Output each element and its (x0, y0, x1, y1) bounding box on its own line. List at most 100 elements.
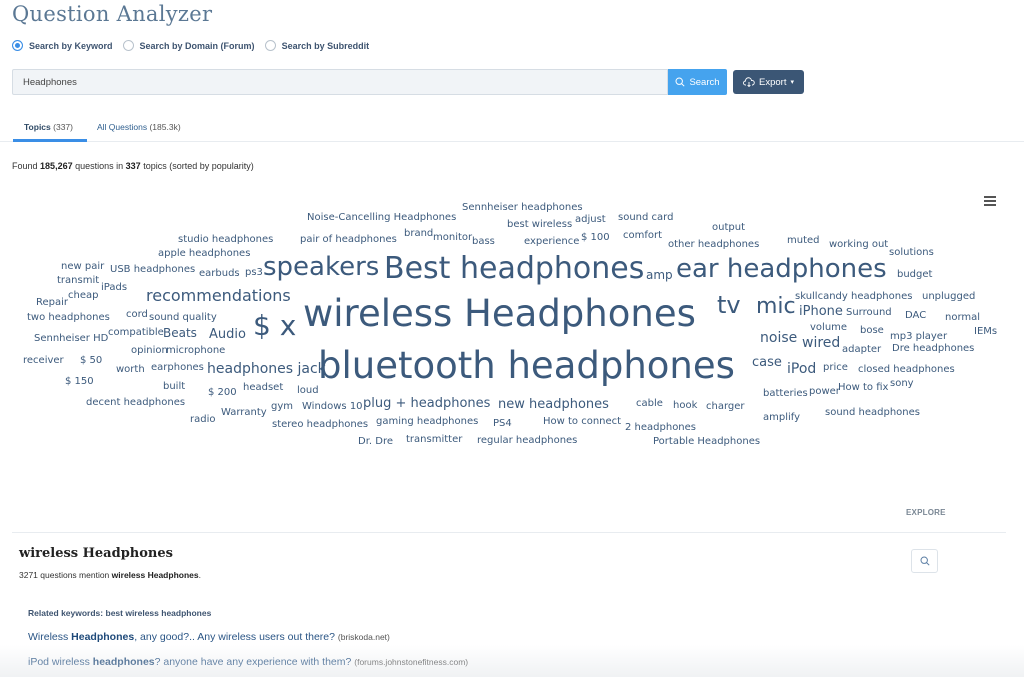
word-cloud-term[interactable]: bose (860, 326, 884, 336)
word-cloud-term[interactable]: How to connect (543, 417, 621, 427)
word-cloud-term[interactable]: sound headphones (825, 408, 920, 418)
word-cloud-term[interactable]: amplify (763, 413, 800, 423)
word-cloud-term[interactable]: iPod (787, 362, 816, 376)
word-cloud-term[interactable]: solutions (889, 248, 934, 258)
word-cloud-term[interactable]: loud (297, 386, 319, 396)
word-cloud-term[interactable]: charger (706, 402, 745, 412)
word-cloud-term[interactable]: case (752, 356, 782, 369)
word-cloud-term[interactable]: output (712, 223, 745, 233)
word-cloud-term[interactable]: compatible (108, 328, 164, 338)
word-cloud-term[interactable]: gym (271, 402, 293, 412)
radio-unselected-icon[interactable] (264, 40, 276, 51)
word-cloud-term[interactable]: stereo headphones (272, 420, 368, 430)
word-cloud-term[interactable]: gaming headphones (376, 417, 478, 427)
word-cloud-term[interactable]: sound card (618, 213, 673, 223)
word-cloud-term[interactable]: worth (116, 365, 145, 375)
explore-link[interactable]: EXPLORE (906, 508, 946, 517)
word-cloud-term[interactable]: new pair (61, 262, 104, 272)
word-cloud-term[interactable]: Windows 10 (302, 402, 363, 412)
word-cloud-term[interactable]: wired (802, 336, 840, 350)
chart-menu-icon[interactable] (984, 196, 996, 208)
question-link[interactable]: Wireless Headphones, any good?.. Any wir… (28, 631, 390, 643)
word-cloud-term[interactable]: recommendations (146, 288, 291, 304)
word-cloud-term[interactable]: skullcandy headphones (795, 292, 912, 302)
word-cloud-term[interactable]: comfort (623, 231, 662, 241)
search-input[interactable] (12, 69, 668, 95)
word-cloud-term[interactable]: bluetooth headphones (318, 347, 735, 384)
word-cloud-term[interactable]: best wireless (507, 220, 572, 230)
word-cloud-term[interactable]: Dre headphones (892, 344, 974, 354)
radio-unselected-icon[interactable] (122, 40, 134, 51)
word-cloud-term[interactable]: Best headphones (384, 254, 644, 284)
word-cloud-term[interactable]: headphones jack (207, 362, 326, 376)
word-cloud-term[interactable]: headset (243, 383, 283, 393)
word-cloud-term[interactable]: Warranty (221, 408, 267, 418)
word-cloud-term[interactable]: 2 headphones (625, 423, 696, 433)
word-cloud-term[interactable]: budget (897, 270, 932, 280)
word-cloud-term[interactable]: wireless Headphones (303, 295, 696, 332)
word-cloud-term[interactable]: Sennheiser headphones (462, 203, 583, 213)
tab-topics[interactable]: Topics (337) (24, 122, 73, 132)
related-value[interactable]: best wireless headphones (106, 608, 212, 618)
word-cloud-term[interactable]: price (823, 363, 848, 373)
word-cloud-term[interactable]: noise (760, 331, 797, 345)
word-cloud-term[interactable]: new headphones (498, 398, 609, 411)
word-cloud-term[interactable]: decent headphones (86, 398, 185, 408)
word-cloud-term[interactable]: volume (810, 323, 847, 333)
word-cloud-term[interactable]: Sennheiser HD (34, 334, 108, 344)
word-cloud-term[interactable]: plug + headphones (363, 397, 490, 410)
word-cloud-term[interactable]: IEMs (974, 327, 997, 337)
word-cloud-term[interactable]: radio (190, 415, 215, 425)
word-cloud-term[interactable]: working out (829, 240, 888, 250)
word-cloud-term[interactable]: DAC (905, 311, 926, 321)
search-button[interactable]: Search (668, 69, 727, 95)
word-cloud-term[interactable]: Portable Headphones (653, 437, 760, 447)
radio-selected-icon[interactable] (12, 40, 23, 51)
word-cloud-term[interactable]: built (163, 382, 185, 392)
word-cloud-term[interactable]: opinion (131, 346, 168, 356)
word-cloud-term[interactable]: transmit (57, 276, 99, 286)
word-cloud-term[interactable]: Audio (209, 328, 246, 341)
word-cloud-term[interactable]: sound quality (149, 313, 217, 323)
word-cloud-term[interactable]: closed headphones (858, 365, 955, 375)
word-cloud-term[interactable]: experience (524, 237, 579, 247)
word-cloud-term[interactable]: cheap (68, 291, 98, 301)
word-cloud-term[interactable]: $ 150 (65, 377, 94, 387)
word-cloud-term[interactable]: speakers (263, 254, 379, 280)
export-button[interactable]: Export ▾ (733, 70, 804, 94)
word-cloud-term[interactable]: power (809, 387, 840, 397)
word-cloud-term[interactable]: earphones (151, 363, 204, 373)
word-cloud-term[interactable]: Dr. Dre (358, 437, 393, 447)
word-cloud-term[interactable]: normal (945, 313, 980, 323)
word-cloud-term[interactable]: iPhone (799, 305, 843, 318)
word-cloud-term[interactable]: mic (756, 296, 796, 318)
word-cloud-term[interactable]: other headphones (668, 240, 759, 250)
word-cloud-term[interactable]: ps3 (245, 268, 263, 278)
word-cloud-term[interactable]: ear headphones (676, 256, 887, 282)
word-cloud-term[interactable]: Noise-Cancelling Headphones (307, 213, 456, 223)
word-cloud-term[interactable]: tv (717, 293, 741, 317)
word-cloud-term[interactable]: receiver (23, 356, 64, 366)
topic-search-button[interactable] (911, 549, 938, 573)
word-cloud-term[interactable]: amp (646, 269, 673, 281)
word-cloud-term[interactable]: cord (126, 310, 148, 320)
question-link[interactable]: iPod wireless headphones? anyone have an… (28, 656, 468, 668)
word-cloud-term[interactable]: How to fix (838, 383, 888, 393)
word-cloud-term[interactable]: batteries (763, 389, 808, 399)
word-cloud-term[interactable]: sony (890, 379, 914, 389)
word-cloud-term[interactable]: regular headphones (477, 436, 577, 446)
word-cloud-term[interactable]: muted (787, 236, 820, 246)
word-cloud-term[interactable]: $ 100 (581, 233, 610, 243)
word-cloud-term[interactable]: earbuds (199, 269, 240, 279)
word-cloud-term[interactable]: Surround (846, 308, 892, 318)
word-cloud-term[interactable]: microphone (166, 346, 225, 356)
word-cloud-term[interactable]: bass (472, 237, 495, 247)
word-cloud-term[interactable]: adjust (575, 215, 606, 225)
word-cloud-term[interactable]: transmitter (406, 435, 462, 445)
word-cloud-term[interactable]: mp3 player (890, 332, 947, 342)
word-cloud-term[interactable]: PS4 (493, 419, 512, 429)
radio-search-by-subreddit[interactable]: Search by Subreddit (264, 40, 369, 51)
word-cloud-term[interactable]: Repair (36, 298, 68, 308)
radio-search-by-domain[interactable]: Search by Domain (Forum) (122, 40, 255, 51)
word-cloud-term[interactable]: Beats (163, 327, 197, 339)
